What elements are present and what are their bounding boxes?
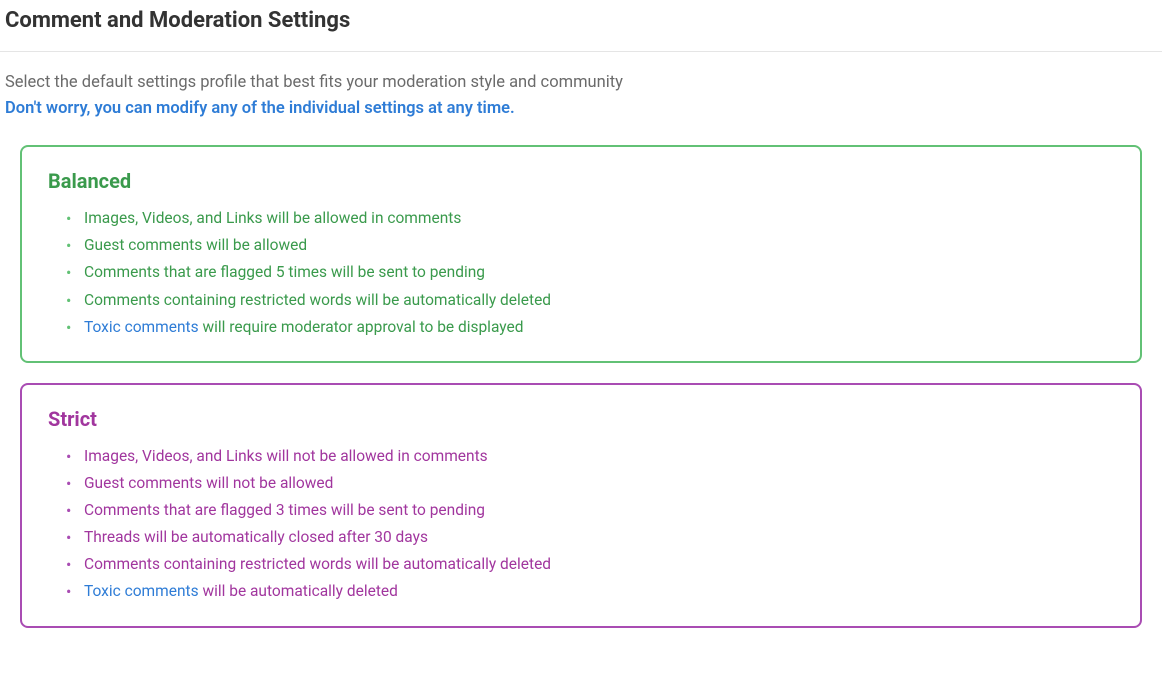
intro-description: Select the default settings profile that… [5,70,1157,96]
profile-title-balanced: Balanced [48,169,1114,193]
list-item: Guest comments will be allowed [66,232,1114,259]
list-item-rest: will require moderator approval to be di… [199,318,524,336]
intro-note: Don't worry, you can modify any of the i… [5,96,1157,122]
list-item: Threads will be automatically closed aft… [66,524,1114,551]
profile-title-strict: Strict [48,407,1114,431]
list-item: Toxic comments will be automatically del… [66,578,1114,605]
toxic-comments-link[interactable]: Toxic comments [84,318,199,336]
profile-cards: Balanced Images, Videos, and Links will … [0,121,1162,667]
list-item: Comments that are flagged 5 times will b… [66,259,1114,286]
toxic-comments-link[interactable]: Toxic comments [84,582,199,600]
profile-items-balanced: Images, Videos, and Links will be allowe… [48,205,1114,341]
list-item: Images, Videos, and Links will be allowe… [66,205,1114,232]
list-item: Comments that are flagged 3 times will b… [66,497,1114,524]
page-title: Comment and Moderation Settings [5,8,1157,33]
list-item: Comments containing restricted words wil… [66,287,1114,314]
list-item: Comments containing restricted words wil… [66,551,1114,578]
list-item: Guest comments will not be allowed [66,470,1114,497]
profile-items-strict: Images, Videos, and Links will not be al… [48,443,1114,606]
profile-card-strict[interactable]: Strict Images, Videos, and Links will no… [20,383,1142,628]
profile-card-balanced[interactable]: Balanced Images, Videos, and Links will … [20,145,1142,363]
list-item: Images, Videos, and Links will not be al… [66,443,1114,470]
intro-block: Select the default settings profile that… [0,52,1162,121]
list-item: Toxic comments will require moderator ap… [66,314,1114,341]
list-item-rest: will be automatically deleted [199,582,398,600]
